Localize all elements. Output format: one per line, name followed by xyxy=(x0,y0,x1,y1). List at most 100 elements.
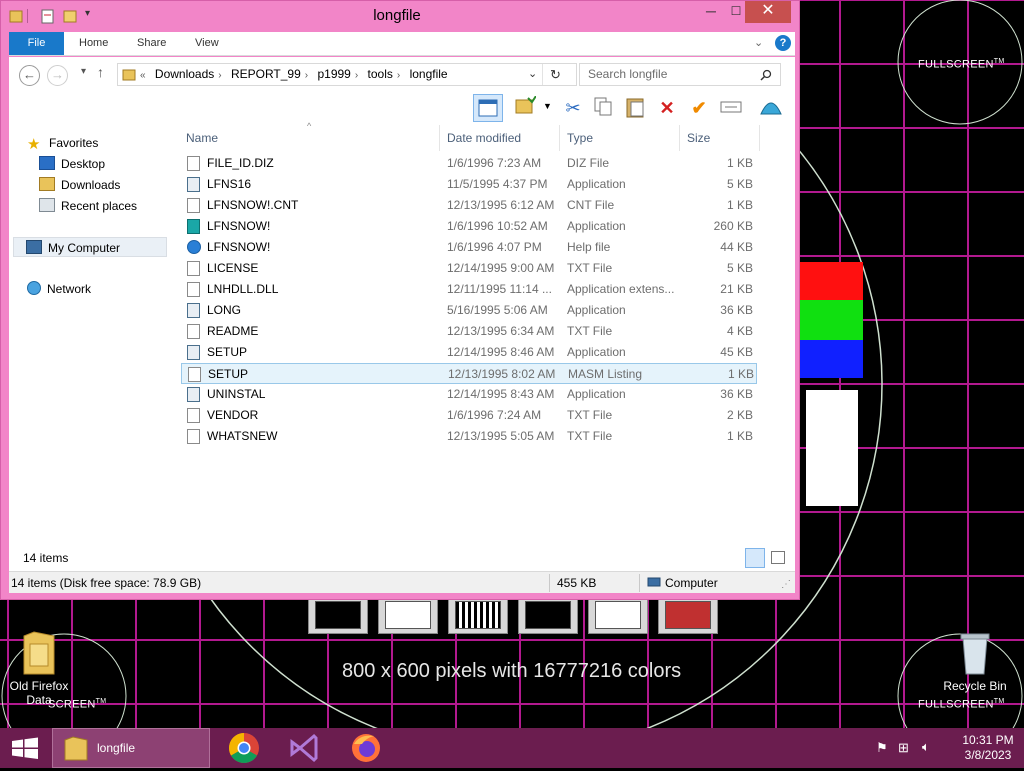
breadcrumb-chevron-icon[interactable]: › xyxy=(305,70,308,81)
paste-icon[interactable] xyxy=(623,96,647,120)
file-row[interactable]: SETUP 12/13/1995 8:02 AM MASM Listing 1 KB xyxy=(181,363,757,384)
taskbar-item-visual-studio[interactable] xyxy=(282,728,326,768)
resize-grip-icon[interactable]: ⋰ xyxy=(781,574,791,596)
breadcrumb-downloads[interactable]: Downloads xyxy=(155,67,214,81)
action-center-flag-icon[interactable]: ⚑ xyxy=(876,740,888,756)
details-view-icon[interactable] xyxy=(745,548,765,568)
minimize-button[interactable]: ─ xyxy=(697,1,725,23)
title-bar[interactable]: ▾ longfile ─ ☐ ✕ xyxy=(1,1,799,31)
nav-network[interactable]: Network xyxy=(27,279,91,299)
tab-file[interactable]: File xyxy=(9,32,64,55)
address-overflow-icon[interactable]: « xyxy=(140,70,146,81)
nav-favorites[interactable]: ★ Favorites xyxy=(27,133,98,153)
forward-button[interactable]: → xyxy=(47,65,68,86)
file-size: 36 KB xyxy=(720,303,753,317)
desktop-icon-label: Old Firefox xyxy=(9,679,69,693)
column-header-name[interactable]: Name xyxy=(186,127,218,149)
nav-desktop[interactable]: Desktop xyxy=(39,154,105,174)
breadcrumb-chevron-icon[interactable]: › xyxy=(218,70,221,81)
file-row[interactable]: LFNSNOW! 1/6/1996 4:07 PM Help file 44 KB xyxy=(181,237,757,258)
file-size: 1 KB xyxy=(726,198,753,212)
file-row[interactable]: VENDOR 1/6/1996 7:24 AM TXT File 2 KB xyxy=(181,405,757,426)
file-row[interactable]: SETUP 12/14/1995 8:46 AM Application 45 KB xyxy=(181,342,757,363)
file-date: 12/14/1995 8:43 AM xyxy=(447,387,555,401)
file-row[interactable]: UNINSTAL 12/14/1995 8:43 AM Application 36 … xyxy=(181,384,757,405)
preview-pane-icon[interactable] xyxy=(473,94,503,122)
file-row[interactable]: LNHDLL.DLL 12/11/1995 11:14 ... Applicatio… xyxy=(181,279,757,300)
breadcrumb-chevron-icon[interactable]: › xyxy=(355,70,358,81)
rename-icon[interactable] xyxy=(719,96,743,120)
shell-icon[interactable] xyxy=(759,96,783,120)
address-dropdown-icon[interactable]: ⌄ xyxy=(528,64,537,85)
breadcrumb-report-99[interactable]: REPORT_99 xyxy=(231,67,301,81)
refresh-icon[interactable]: ↻ xyxy=(550,64,561,85)
file-row[interactable]: LFNS16 11/5/1995 4:37 PM Application 5 KB xyxy=(181,174,757,195)
taskbar-item-label: longfile xyxy=(97,741,136,755)
nav-recent-label: Recent places xyxy=(61,199,138,213)
close-button[interactable]: ✕ xyxy=(745,1,791,23)
clock-time: 10:31 PM xyxy=(962,733,1014,747)
file-row[interactable]: WHATSNEW 12/13/1995 5:05 AM TXT File 1 KB xyxy=(181,426,757,447)
up-button[interactable]: ↑ xyxy=(97,64,104,80)
desktop-icon-old-firefox[interactable]: Old Firefox Data xyxy=(4,630,74,707)
help-icon[interactable]: ? xyxy=(775,35,791,51)
desktop-icon-recycle-bin[interactable]: Recycle Bin xyxy=(940,630,1010,693)
document-icon xyxy=(187,198,200,213)
clock-date: 3/8/2023 xyxy=(964,748,1012,762)
breadcrumb-p1999[interactable]: p1999 xyxy=(317,67,350,81)
blue-bar xyxy=(800,340,863,378)
file-name: LICENSE xyxy=(207,261,259,275)
file-name: UNINSTAL xyxy=(207,387,266,401)
taskbar-item-chrome[interactable] xyxy=(222,728,266,768)
recent-locations-icon[interactable]: ▾ xyxy=(81,66,86,77)
app-icon xyxy=(187,177,200,192)
clock[interactable]: 10:31 PM 3/8/2023 xyxy=(954,733,1022,763)
copy-icon[interactable] xyxy=(591,96,615,120)
file-name: LNHDLL.DLL xyxy=(207,282,279,296)
lfn-app-icon xyxy=(187,219,200,234)
recycle-bin-icon xyxy=(960,633,990,675)
maximize-button[interactable]: ☐ xyxy=(725,1,747,23)
nav-my-computer[interactable]: My Computer xyxy=(13,237,167,257)
status-bar: 14 items (Disk free space: 78.9 GB) 455 … xyxy=(9,571,795,593)
nav-recent-places[interactable]: Recent places xyxy=(39,196,137,216)
address-bar[interactable]: « Downloads › REPORT_99 › p1999 › tools › lo… xyxy=(117,63,577,86)
start-button[interactable] xyxy=(0,728,50,768)
volume-icon[interactable]: 🔈︎ xyxy=(922,739,930,755)
folder-options-icon[interactable] xyxy=(513,95,537,120)
file-row[interactable]: LONG 5/16/1995 5:06 AM Application 36 KB xyxy=(181,300,757,321)
file-date: 1/6/1996 4:07 PM xyxy=(447,240,542,254)
tab-view[interactable]: View xyxy=(195,32,219,55)
green-bar xyxy=(800,300,863,340)
item-count-bar: 14 items xyxy=(9,546,795,571)
breadcrumb-tools[interactable]: tools xyxy=(368,67,393,81)
dropdown-icon[interactable]: ▼ xyxy=(543,101,552,111)
ribbon-expand-icon[interactable]: ⌄ xyxy=(754,36,763,49)
tab-share[interactable]: Share xyxy=(137,32,166,55)
tab-home[interactable]: Home xyxy=(79,32,108,55)
taskbar-item-explorer[interactable]: longfile xyxy=(52,728,210,768)
network-status-icon[interactable]: ⊞ xyxy=(898,740,909,756)
search-input[interactable]: Search longfile xyxy=(579,63,781,86)
file-row[interactable]: FILE_ID.DIZ 1/6/1996 7:23 AM DIZ File 1 KB xyxy=(181,153,757,174)
checkmark-icon[interactable]: ✔ xyxy=(687,96,711,120)
breadcrumb-longfile[interactable]: longfile xyxy=(410,67,448,81)
large-icons-view-icon[interactable] xyxy=(771,551,785,564)
file-row[interactable]: LFNSNOW! 1/6/1996 10:52 AM Application 260 … xyxy=(181,216,757,237)
file-row[interactable]: README 12/13/1995 6:34 AM TXT File 4 KB xyxy=(181,321,757,342)
back-button[interactable]: ← xyxy=(19,65,40,86)
column-header-date[interactable]: Date modified xyxy=(447,127,521,149)
file-date: 12/11/1995 11:14 ... xyxy=(447,282,552,296)
column-header-type[interactable]: Type xyxy=(567,127,593,149)
file-row[interactable]: LICENSE 12/14/1995 9:00 AM TXT File 5 KB xyxy=(181,258,757,279)
monitor-pattern-icon xyxy=(658,596,718,634)
file-row[interactable]: LFNSNOW!.CNT 12/13/1995 6:12 AM CNT File 1 … xyxy=(181,195,757,216)
monitor-pattern-icon xyxy=(518,596,578,634)
column-header-size[interactable]: Size xyxy=(687,127,710,149)
breadcrumb-chevron-icon[interactable]: › xyxy=(397,70,400,81)
cut-icon[interactable]: ✂ xyxy=(561,96,585,120)
taskbar-item-firefox[interactable] xyxy=(344,728,388,768)
file-name: FILE_ID.DIZ xyxy=(207,156,274,170)
delete-icon[interactable]: ✕ xyxy=(655,96,679,120)
nav-downloads[interactable]: Downloads xyxy=(39,175,120,195)
